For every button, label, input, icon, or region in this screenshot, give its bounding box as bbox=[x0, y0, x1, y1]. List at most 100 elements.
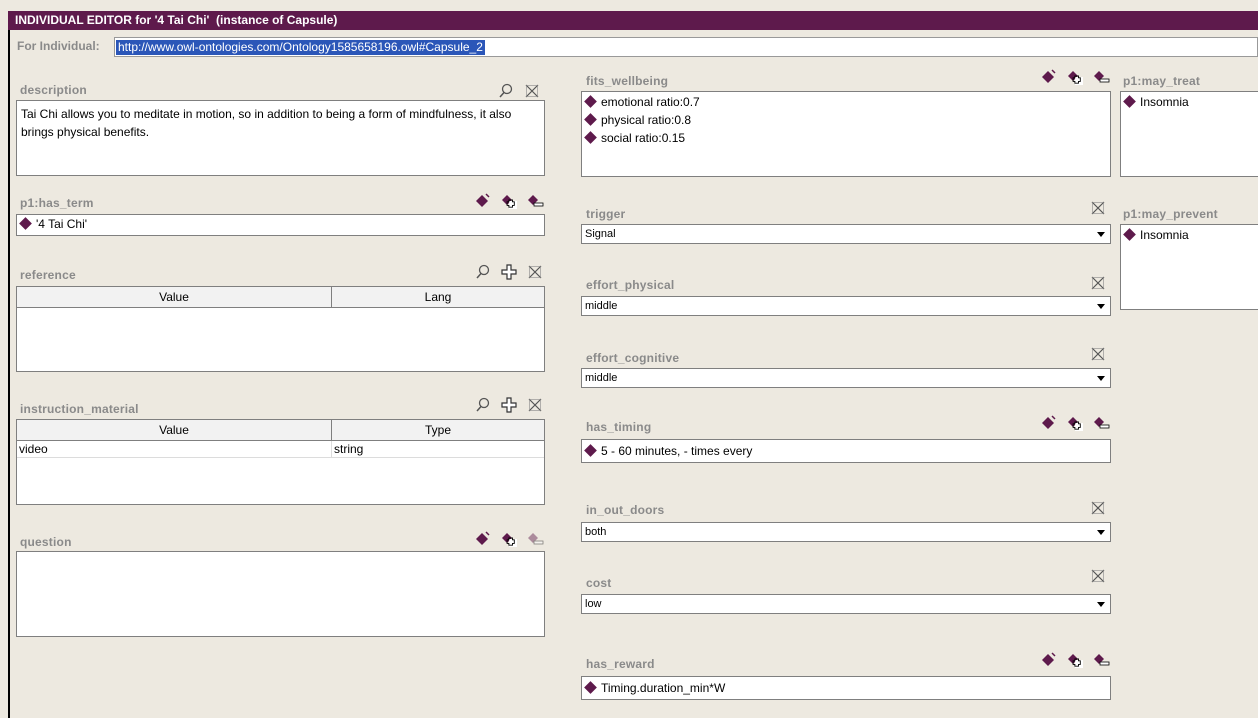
instance-diamond-icon bbox=[584, 681, 597, 695]
individual-url-text: http://www.owl-ontologies.com/Ontology15… bbox=[116, 40, 485, 55]
delete-icon[interactable] bbox=[526, 396, 544, 414]
chevron-down-icon[interactable] bbox=[1097, 376, 1105, 381]
instruction-material-table-header: Value Type bbox=[17, 420, 544, 441]
cost-select[interactable]: low bbox=[581, 594, 1111, 614]
description-toolbar bbox=[497, 82, 541, 100]
instance-diamond-icon bbox=[19, 217, 32, 231]
create-instance-icon[interactable] bbox=[474, 192, 492, 210]
in-out-doors-label: in_out_doors bbox=[586, 503, 665, 517]
description-text: Tai Chi allows you to meditate in motion… bbox=[21, 107, 512, 139]
has-timing-label: has_timing bbox=[586, 420, 652, 434]
list-item[interactable]: Insomnia bbox=[1121, 93, 1258, 111]
add-icon[interactable] bbox=[500, 396, 518, 414]
add-instance-icon[interactable] bbox=[1066, 651, 1084, 669]
add-instance-icon[interactable] bbox=[1066, 414, 1084, 432]
delete-icon[interactable] bbox=[1089, 345, 1107, 363]
add-instance-icon[interactable] bbox=[1066, 68, 1084, 86]
effort-cognitive-label: effort_cognitive bbox=[586, 351, 680, 365]
list-item[interactable]: social ratio:0.15 bbox=[582, 129, 1110, 147]
has-timing-list[interactable]: 5 - 60 minutes, - times every bbox=[581, 439, 1111, 463]
remove-instance-icon[interactable] bbox=[526, 530, 544, 548]
effort-cognitive-select[interactable]: middle bbox=[581, 368, 1111, 388]
create-instance-icon[interactable] bbox=[1040, 651, 1058, 669]
column-header-type[interactable]: Type bbox=[332, 420, 544, 440]
may-prevent-label: p1:may_prevent bbox=[1123, 207, 1218, 221]
add-icon[interactable] bbox=[500, 263, 518, 281]
list-item[interactable]: '4 Tai Chi' bbox=[17, 215, 544, 233]
remove-instance-icon[interactable] bbox=[526, 192, 544, 210]
delete-icon[interactable] bbox=[523, 82, 541, 100]
effort-physical-label: effort_physical bbox=[586, 278, 675, 292]
list-item[interactable]: 5 - 60 minutes, - times every bbox=[582, 442, 1110, 460]
reference-toolbar bbox=[474, 263, 544, 281]
column-header-lang[interactable]: Lang bbox=[332, 287, 544, 307]
description-textarea[interactable]: Tai Chi allows you to meditate in motion… bbox=[16, 100, 545, 176]
reference-label: reference bbox=[20, 268, 76, 282]
list-item[interactable]: Insomnia bbox=[1121, 226, 1258, 244]
table-row[interactable]: video string bbox=[17, 441, 544, 458]
has-reward-toolbar bbox=[1040, 651, 1110, 669]
has-reward-list[interactable]: Timing.duration_min*W bbox=[581, 676, 1111, 700]
has-timing-toolbar bbox=[1040, 414, 1110, 432]
in-out-doors-select[interactable]: both bbox=[581, 522, 1111, 542]
instance-diamond-icon bbox=[584, 444, 597, 458]
reference-table[interactable]: Value Lang bbox=[16, 286, 545, 372]
add-instance-icon[interactable] bbox=[500, 192, 518, 210]
chevron-down-icon[interactable] bbox=[1097, 232, 1105, 237]
window-title: INDIVIDUAL EDITOR for '4 Tai Chi' (insta… bbox=[8, 11, 1258, 30]
list-item[interactable]: emotional ratio:0.7 bbox=[582, 93, 1110, 111]
for-individual-label: For Individual: bbox=[17, 39, 100, 53]
instance-diamond-icon bbox=[584, 95, 597, 109]
delete-icon[interactable] bbox=[1089, 274, 1107, 292]
fits-wellbeing-list[interactable]: emotional ratio:0.7 physical ratio:0.8 s… bbox=[581, 91, 1111, 177]
cost-label: cost bbox=[586, 576, 612, 590]
table-cell-value[interactable]: video bbox=[17, 441, 332, 457]
fits-wellbeing-label: fits_wellbeing bbox=[586, 74, 669, 88]
search-icon[interactable] bbox=[497, 82, 515, 100]
reference-table-header: Value Lang bbox=[17, 287, 544, 308]
window-left-edge bbox=[8, 11, 10, 718]
question-toolbar bbox=[474, 530, 544, 548]
column-header-value[interactable]: Value bbox=[17, 287, 332, 307]
question-list[interactable] bbox=[16, 551, 545, 637]
search-icon[interactable] bbox=[474, 263, 492, 281]
chevron-down-icon[interactable] bbox=[1097, 304, 1105, 309]
instruction-material-table[interactable]: Value Type video string bbox=[16, 419, 545, 505]
has-term-toolbar bbox=[474, 192, 544, 210]
remove-instance-icon[interactable] bbox=[1092, 651, 1110, 669]
may-treat-list[interactable]: Insomnia bbox=[1120, 91, 1258, 177]
column-header-value[interactable]: Value bbox=[17, 420, 332, 440]
delete-icon[interactable] bbox=[1089, 567, 1107, 585]
delete-icon[interactable] bbox=[526, 263, 544, 281]
create-instance-icon[interactable] bbox=[1040, 68, 1058, 86]
fits-wellbeing-toolbar bbox=[1040, 68, 1110, 86]
delete-icon[interactable] bbox=[1089, 499, 1107, 517]
has-reward-label: has_reward bbox=[586, 657, 655, 671]
remove-instance-icon[interactable] bbox=[1092, 68, 1110, 86]
add-instance-icon[interactable] bbox=[500, 530, 518, 548]
has-term-label: p1:has_term bbox=[20, 196, 94, 210]
create-instance-icon[interactable] bbox=[1040, 414, 1058, 432]
remove-instance-icon[interactable] bbox=[1092, 414, 1110, 432]
description-label: description bbox=[20, 83, 87, 97]
has-term-list[interactable]: '4 Tai Chi' bbox=[16, 214, 545, 236]
instance-diamond-icon bbox=[1123, 95, 1136, 109]
table-cell-type[interactable]: string bbox=[332, 441, 544, 457]
trigger-select[interactable]: Signal bbox=[581, 224, 1111, 244]
effort-physical-select[interactable]: middle bbox=[581, 296, 1111, 316]
chevron-down-icon[interactable] bbox=[1097, 530, 1105, 535]
search-icon[interactable] bbox=[474, 396, 492, 414]
delete-icon[interactable] bbox=[1089, 199, 1107, 217]
individual-url-field[interactable]: http://www.owl-ontologies.com/Ontology15… bbox=[114, 37, 1258, 57]
may-treat-label: p1:may_treat bbox=[1123, 74, 1201, 88]
create-instance-icon[interactable] bbox=[474, 530, 492, 548]
instance-diamond-icon bbox=[1123, 228, 1136, 242]
question-label: question bbox=[20, 535, 72, 549]
list-item[interactable]: physical ratio:0.8 bbox=[582, 111, 1110, 129]
trigger-label: trigger bbox=[586, 207, 626, 221]
list-item[interactable]: Timing.duration_min*W bbox=[582, 679, 1110, 697]
instance-diamond-icon bbox=[584, 131, 597, 145]
instance-diamond-icon bbox=[584, 113, 597, 127]
chevron-down-icon[interactable] bbox=[1097, 602, 1105, 607]
may-prevent-list[interactable]: Insomnia bbox=[1120, 224, 1258, 310]
